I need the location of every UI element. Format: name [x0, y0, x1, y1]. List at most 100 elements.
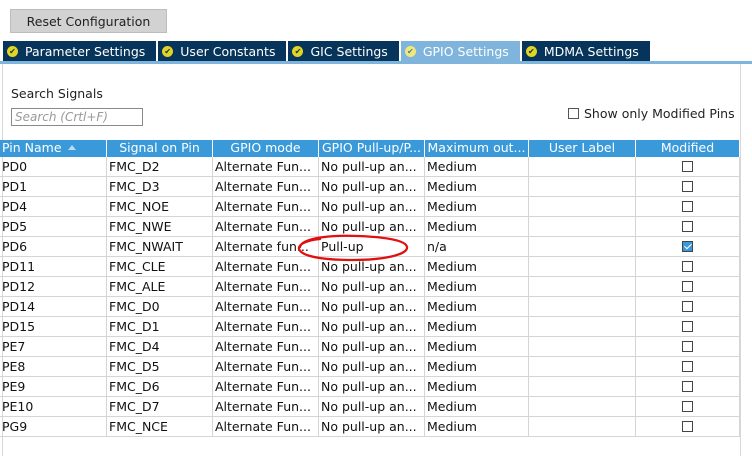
column-header-user-label[interactable]: User Label	[529, 140, 636, 157]
modified-checkbox[interactable]	[682, 261, 693, 272]
signal-cell: FMC_ALE	[107, 277, 213, 296]
modified-cell	[636, 377, 740, 396]
modified-checkbox[interactable]	[682, 361, 693, 372]
signal-cell: FMC_NWAIT	[107, 237, 213, 256]
user-label-cell[interactable]	[529, 317, 636, 336]
signal-cell: FMC_NOE	[107, 197, 213, 216]
check-circle-icon: ✔	[292, 45, 304, 57]
modified-checkbox[interactable]	[682, 221, 693, 232]
modified-checkbox[interactable]	[682, 301, 693, 312]
modified-checkbox[interactable]	[682, 401, 693, 412]
modified-checkbox[interactable]	[682, 281, 693, 292]
pin-name-cell: PD1	[0, 177, 107, 196]
table-row[interactable]: PD11 FMC_CLE Alternate Fun... No pull-up an…	[0, 257, 740, 277]
gpio-pull-cell: No pull-up an...	[319, 397, 425, 416]
tab-parameter-settings[interactable]: ✔ Parameter Settings	[3, 41, 157, 61]
tab-underline	[0, 61, 752, 64]
user-label-cell[interactable]	[529, 257, 636, 276]
table-row[interactable]: PE10 FMC_D7 Alternate Fun... No pull-up an.…	[0, 397, 740, 417]
modified-checkbox[interactable]	[682, 201, 693, 212]
check-circle-icon: ✔	[162, 45, 174, 57]
gpio-mode-cell: Alternate Fun...	[213, 177, 319, 196]
gpio-mode-cell: Alternate Fun...	[213, 417, 319, 436]
gpio-pull-cell: Pull-up	[319, 237, 425, 256]
table-row[interactable]: PE7 FMC_D4 Alternate Fun... No pull-up an..…	[0, 337, 740, 357]
gpio-mode-cell: Alternate Fun...	[213, 157, 319, 176]
tab-gic-settings[interactable]: ✔ GIC Settings	[288, 41, 399, 61]
search-signals-label: Search Signals	[11, 86, 103, 101]
column-header-pin-name[interactable]: Pin Name	[0, 140, 107, 157]
gpio-pull-cell: No pull-up an...	[319, 177, 425, 196]
show-only-modified-pins-toggle[interactable]: Show only Modified Pins	[568, 106, 735, 121]
table-row[interactable]: PE9 FMC_D6 Alternate Fun... No pull-up an..…	[0, 377, 740, 397]
reset-configuration-button[interactable]: Reset Configuration	[10, 9, 167, 33]
user-label-cell[interactable]	[529, 337, 636, 356]
pin-name-cell: PD12	[0, 277, 107, 296]
pin-name-cell: PD15	[0, 317, 107, 336]
user-label-cell[interactable]	[529, 377, 636, 396]
tab-user-constants[interactable]: ✔ User Constants	[158, 41, 287, 61]
max-speed-cell: Medium	[425, 257, 529, 276]
table-row[interactable]: PD1 FMC_D3 Alternate Fun... No pull-up an..…	[0, 177, 740, 197]
table-row[interactable]: PD12 FMC_ALE Alternate Fun... No pull-up an…	[0, 277, 740, 297]
modified-cell	[636, 417, 740, 436]
gpio-pull-cell: No pull-up an...	[319, 257, 425, 276]
column-header-label: Pin Name	[2, 140, 62, 155]
table-row[interactable]: PD14 FMC_D0 Alternate Fun... No pull-up an.…	[0, 297, 740, 317]
user-label-cell[interactable]	[529, 237, 636, 256]
user-label-cell[interactable]	[529, 177, 636, 196]
gpio-mode-cell: Alternate Fun...	[213, 377, 319, 396]
gpio-mode-cell: Alternate Fun...	[213, 357, 319, 376]
table-row[interactable]: PE8 FMC_D5 Alternate Fun... No pull-up an..…	[0, 357, 740, 377]
user-label-cell[interactable]	[529, 157, 636, 176]
user-label-cell[interactable]	[529, 277, 636, 296]
table-row[interactable]: PD4 FMC_NOE Alternate Fun... No pull-up an.…	[0, 197, 740, 217]
user-label-cell[interactable]	[529, 217, 636, 236]
table-row[interactable]: PD6 FMC_NWAIT Alternate fun... Pull-up n/a	[0, 237, 740, 257]
user-label-cell[interactable]	[529, 417, 636, 436]
show-only-modified-pins-checkbox[interactable]	[568, 108, 579, 119]
gpio-pin-table: Pin Name Signal on Pin GPIO mode GPIO Pu…	[0, 140, 740, 437]
column-header-maximum-output-speed[interactable]: Maximum out...	[425, 140, 529, 157]
modified-checkbox[interactable]	[682, 321, 693, 332]
max-speed-cell: Medium	[425, 357, 529, 376]
modified-checkbox-checked[interactable]	[682, 241, 693, 252]
column-header-gpio-pull[interactable]: GPIO Pull-up/P...	[319, 140, 425, 157]
table-row[interactable]: PD15 FMC_D1 Alternate Fun... No pull-up an.…	[0, 317, 740, 337]
max-speed-cell: Medium	[425, 337, 529, 356]
gpio-mode-cell: Alternate Fun...	[213, 217, 319, 236]
max-speed-cell: n/a	[425, 237, 529, 256]
modified-checkbox[interactable]	[682, 341, 693, 352]
modified-checkbox[interactable]	[682, 381, 693, 392]
gpio-mode-cell: Alternate Fun...	[213, 257, 319, 276]
table-row[interactable]: PG9 FMC_NCE Alternate Fun... No pull-up an.…	[0, 417, 740, 437]
pin-name-cell: PD0	[0, 157, 107, 176]
tab-gpio-settings[interactable]: ✔ GPIO Settings	[400, 41, 520, 61]
user-label-cell[interactable]	[529, 397, 636, 416]
tab-mdma-settings[interactable]: ✔ MDMA Settings	[521, 41, 650, 61]
column-header-gpio-mode[interactable]: GPIO mode	[213, 140, 319, 157]
column-header-signal-on-pin[interactable]: Signal on Pin	[107, 140, 213, 157]
pin-name-cell: PD11	[0, 257, 107, 276]
tab-bar: ✔ Parameter Settings ✔ User Constants ✔ GIC…	[3, 41, 652, 61]
user-label-cell[interactable]	[529, 357, 636, 376]
max-speed-cell: Medium	[425, 177, 529, 196]
user-label-cell[interactable]	[529, 197, 636, 216]
modified-checkbox[interactable]	[682, 161, 693, 172]
gpio-mode-cell: Alternate fun...	[213, 237, 319, 256]
table-row[interactable]: PD0 FMC_D2 Alternate Fun... No pull-up an..…	[0, 157, 740, 177]
tab-label: MDMA Settings	[543, 43, 639, 59]
max-speed-cell: Medium	[425, 397, 529, 416]
search-signals-input[interactable]	[11, 108, 143, 126]
signal-cell: FMC_D5	[107, 357, 213, 376]
gpio-mode-cell: Alternate Fun...	[213, 197, 319, 216]
user-label-cell[interactable]	[529, 297, 636, 316]
modified-cell	[636, 397, 740, 416]
modified-checkbox[interactable]	[682, 421, 693, 432]
tab-label: User Constants	[180, 43, 276, 59]
table-row[interactable]: PD5 FMC_NWE Alternate Fun... No pull-up an.…	[0, 217, 740, 237]
gpio-pull-cell: No pull-up an...	[319, 417, 425, 436]
modified-checkbox[interactable]	[682, 181, 693, 192]
max-speed-cell: Medium	[425, 317, 529, 336]
column-header-modified[interactable]: Modified	[636, 140, 740, 157]
